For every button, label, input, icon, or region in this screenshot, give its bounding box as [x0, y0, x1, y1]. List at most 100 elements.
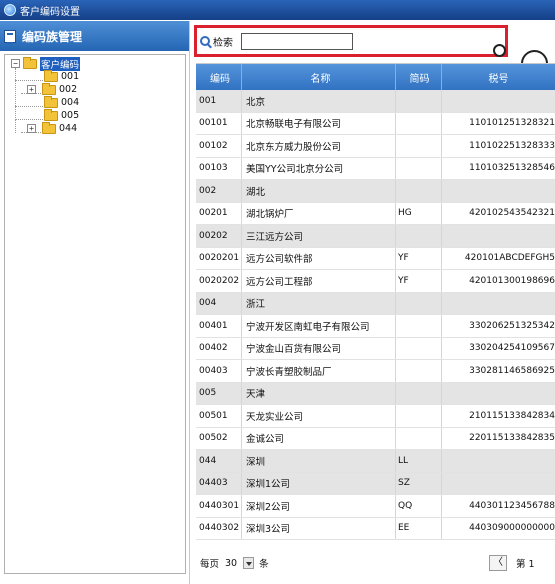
collapse-icon[interactable]: − — [11, 59, 20, 68]
folder-icon — [42, 82, 56, 95]
cell-code: 00403 — [196, 360, 242, 382]
table-row[interactable]: 00101 北京畅联电子有限公司 110101251328321 — [196, 112, 555, 135]
cell-code: 00201 — [196, 202, 242, 224]
table-row[interactable]: 0020201 远方公司软件部 YF 420101ABCDEFGH5 — [196, 247, 555, 270]
cell-name: 北京 — [242, 90, 396, 112]
table-row[interactable]: 00501 天龙实业公司 210115133842834 — [196, 405, 555, 428]
table-row[interactable]: 00401 宁波开发区南虹电子有限公司 330206251325342 — [196, 315, 555, 338]
cell-abbr — [396, 90, 442, 112]
tree-node-label[interactable]: 001 — [61, 71, 79, 82]
tree-node-root[interactable]: − 客户编码 — [11, 56, 81, 71]
cell-name: 宁波金山百货有限公司 — [242, 337, 396, 359]
cell-tax: 110103251328546 — [469, 163, 555, 174]
cell-code: 044 — [196, 450, 242, 472]
cell-abbr: LL — [396, 450, 442, 472]
cell-code: 002 — [196, 180, 242, 202]
cell-code: 0440301 — [196, 495, 242, 517]
cell-tax: 330204254109567 — [469, 343, 555, 354]
cell-abbr — [396, 135, 442, 157]
search-input[interactable] — [241, 32, 353, 50]
tree-node-label[interactable]: 002 — [59, 84, 77, 95]
cell-tax: 210115133842834 — [469, 410, 555, 421]
cell-tax — [442, 473, 555, 495]
cell-tax: 330281146586925 — [469, 365, 555, 376]
table-row[interactable]: 044 深圳 LL — [196, 450, 555, 473]
cell-name: 湖北锅炉厂 — [242, 202, 396, 224]
cell-tax — [442, 293, 555, 315]
table-row[interactable]: 001 北京 — [196, 90, 555, 113]
cell-code: 005 — [196, 382, 242, 404]
cell-code: 00102 — [196, 135, 242, 157]
cell-code: 00502 — [196, 427, 242, 449]
cell-name: 宁波长青塑胶制品厂 — [242, 360, 396, 382]
table-row[interactable]: 04403 深圳1公司 SZ — [196, 472, 555, 495]
cell-name: 湖北 — [242, 180, 396, 202]
cell-code: 04403 — [196, 472, 242, 494]
code-family-icon — [4, 29, 16, 44]
cell-name: 天津 — [242, 382, 396, 404]
table-row[interactable]: 002 湖北 — [196, 180, 555, 203]
tree-node-044[interactable]: + 044 — [27, 121, 77, 135]
code-tree[interactable]: − 客户编码 001 + 002 004 005 + 044 — [4, 54, 186, 574]
table-row[interactable]: 00103 美国YY公司北京分公司 110103251328546 — [196, 157, 555, 180]
cell-code: 00101 — [196, 112, 242, 134]
table-row[interactable]: 00201 湖北锅炉厂 HG 420102543542321 — [196, 202, 555, 225]
table-row[interactable]: 0020202 远方公司工程部 YF 420101300198696 — [196, 270, 555, 293]
cell-abbr — [396, 315, 442, 337]
column-header-name[interactable]: 名称 — [242, 64, 396, 90]
column-header-tax[interactable]: 税号 — [442, 64, 555, 90]
table-row[interactable]: 00502 金诚公司 220115133842835 — [196, 427, 555, 450]
cell-name: 深圳3公司 — [242, 517, 396, 539]
cell-abbr: YF — [396, 270, 442, 292]
tree-node-002[interactable]: + 002 — [27, 82, 77, 96]
per-page-value[interactable]: 30 — [225, 558, 237, 569]
chevron-down-icon[interactable] — [243, 557, 255, 569]
cell-abbr: HG — [396, 202, 442, 224]
table-row[interactable]: 004 浙江 — [196, 292, 555, 315]
table-row[interactable]: 00202 三江远方公司 — [196, 225, 555, 248]
cell-abbr: QQ — [396, 495, 442, 517]
title-bar: 客户编码设置 — [0, 0, 555, 20]
tree-node-label[interactable]: 044 — [59, 123, 77, 134]
cell-tax: 330206251325342 — [469, 320, 555, 331]
tree-node-004[interactable]: 004 — [41, 95, 79, 109]
table-row[interactable]: 00403 宁波长青塑胶制品厂 330281146586925 — [196, 360, 555, 383]
table-row[interactable]: 00402 宁波金山百货有限公司 330204254109567 — [196, 337, 555, 360]
table-row[interactable]: 00102 北京东方威力股份公司 110102251328333 — [196, 135, 555, 158]
tree-node-label[interactable]: 004 — [61, 97, 79, 108]
folder-icon — [44, 95, 58, 108]
expand-icon[interactable]: + — [27, 85, 36, 94]
per-page-unit: 条 — [259, 559, 269, 570]
cell-abbr — [396, 360, 442, 382]
tree-node-001[interactable]: 001 — [41, 69, 79, 83]
cell-name: 深圳2公司 — [242, 495, 396, 517]
cell-tax — [442, 450, 555, 472]
tree-node-label[interactable]: 客户编码 — [40, 56, 81, 71]
column-header-abbr[interactable]: 简码 — [396, 64, 442, 90]
table-row[interactable]: 0440301 深圳2公司 QQ 440301123456788 — [196, 495, 555, 518]
prev-page-button[interactable]: 〈 — [489, 555, 507, 571]
cell-code: 0440302 — [196, 517, 242, 539]
cell-tax — [442, 90, 555, 112]
column-header-code[interactable]: 编码 — [196, 64, 242, 90]
tree-node-005[interactable]: 005 — [41, 108, 79, 122]
search-icon — [200, 36, 210, 46]
cell-tax: 420102543542321 — [469, 208, 555, 219]
expand-icon[interactable]: + — [27, 124, 36, 133]
cell-tax — [442, 383, 555, 405]
folder-icon — [44, 69, 58, 82]
window-title: 客户编码设置 — [20, 6, 80, 18]
cell-code: 0020202 — [196, 270, 242, 292]
cell-tax: 220115133842835 — [469, 433, 555, 444]
cell-abbr — [396, 112, 442, 134]
table-row[interactable]: 005 天津 — [196, 382, 555, 405]
left-panel: 编码族管理 − 客户编码 001 + 002 004 005 + 044 — [0, 21, 190, 584]
tree-node-label[interactable]: 005 — [61, 110, 79, 121]
cell-tax — [442, 225, 555, 247]
cell-code: 00501 — [196, 405, 242, 427]
cell-code: 0020201 — [196, 247, 242, 269]
table-row[interactable]: 0440302 深圳3公司 EE 440309000000000 — [196, 517, 555, 540]
cell-tax: 420101300198696 — [469, 275, 555, 286]
cell-name: 深圳1公司 — [242, 472, 396, 494]
search-label: 检索 — [213, 37, 233, 49]
